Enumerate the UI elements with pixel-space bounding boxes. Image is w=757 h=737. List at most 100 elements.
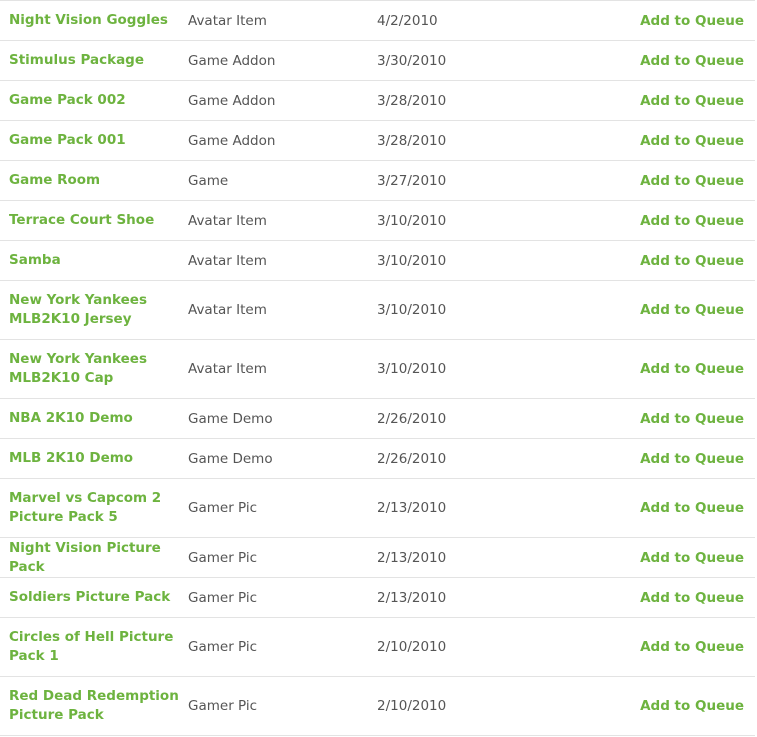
add-to-queue-cell: Add to Queue xyxy=(567,133,755,149)
add-to-queue-cell: Add to Queue xyxy=(567,698,755,714)
item-type: Avatar Item xyxy=(188,361,267,377)
add-to-queue-link[interactable]: Add to Queue xyxy=(640,93,744,109)
item-name-link[interactable]: Game Pack 001 xyxy=(9,131,187,150)
item-name-link[interactable]: Red Dead Redemption Picture Pack xyxy=(9,687,187,725)
table-row: NBA 2K10 Demo Game Demo 2/26/2010 Add to… xyxy=(0,399,755,439)
add-to-queue-link[interactable]: Add to Queue xyxy=(640,698,744,714)
item-name-cell: Game Pack 002 xyxy=(0,91,188,110)
item-name-link[interactable]: Samba xyxy=(9,251,187,270)
item-name-link[interactable]: Circles of Hell Picture Pack 1 xyxy=(9,628,187,666)
item-name-link[interactable]: MLB 2K10 Demo xyxy=(9,449,187,468)
add-to-queue-cell: Add to Queue xyxy=(567,213,755,229)
item-name-cell: Samba xyxy=(0,251,188,270)
item-date: 2/26/2010 xyxy=(377,410,447,427)
item-name-link[interactable]: Soldiers Picture Pack xyxy=(9,588,187,607)
item-date: 3/10/2010 xyxy=(377,361,447,377)
item-date: 3/28/2010 xyxy=(377,92,447,109)
add-to-queue-cell: Add to Queue xyxy=(567,639,755,655)
item-date: 2/10/2010 xyxy=(377,639,447,655)
item-date: 4/2/2010 xyxy=(377,12,438,29)
table-row: Game Pack 002 Game Addon 3/28/2010 Add t… xyxy=(0,81,755,121)
table-row: Night Vision Picture Pack Gamer Pic 2/13… xyxy=(0,538,755,578)
item-date: 3/10/2010 xyxy=(377,302,447,318)
add-to-queue-cell: Add to Queue xyxy=(567,53,755,69)
item-name-link[interactable]: New York Yankees MLB2K10 Jersey xyxy=(9,291,187,329)
item-date: 2/13/2010 xyxy=(377,549,447,566)
add-to-queue-cell: Add to Queue xyxy=(567,550,755,566)
item-name-link[interactable]: Night Vision Picture Pack xyxy=(9,539,187,577)
add-to-queue-link[interactable]: Add to Queue xyxy=(640,13,744,29)
item-name-link[interactable]: New York Yankees MLB2K10 Cap xyxy=(9,350,187,388)
add-to-queue-link[interactable]: Add to Queue xyxy=(640,590,744,606)
table-row: Marvel vs Capcom 2 Picture Pack 5 Gamer … xyxy=(0,479,755,538)
marketplace-items-table: Night Vision Goggles Avatar Item 4/2/201… xyxy=(0,0,755,736)
table-row: Game Room Game 3/27/2010 Add to Queue xyxy=(0,161,755,201)
item-name-link[interactable]: NBA 2K10 Demo xyxy=(9,409,187,428)
item-name-cell: Marvel vs Capcom 2 Picture Pack 5 xyxy=(0,489,188,527)
table-row: Night Vision Goggles Avatar Item 4/2/201… xyxy=(0,1,755,41)
item-name-link[interactable]: Stimulus Package xyxy=(9,51,187,70)
item-type: Gamer Pic xyxy=(188,639,258,655)
add-to-queue-cell: Add to Queue xyxy=(567,451,755,467)
add-to-queue-cell: Add to Queue xyxy=(567,411,755,427)
table-row: New York Yankees MLB2K10 Jersey Avatar I… xyxy=(0,281,755,340)
item-name-cell: NBA 2K10 Demo xyxy=(0,409,188,428)
table-row: Red Dead Redemption Picture Pack Gamer P… xyxy=(0,677,755,736)
table-row: MLB 2K10 Demo Game Demo 2/26/2010 Add to… xyxy=(0,439,755,479)
add-to-queue-link[interactable]: Add to Queue xyxy=(640,253,744,269)
item-name-cell: Soldiers Picture Pack xyxy=(0,588,188,607)
item-date: 2/13/2010 xyxy=(377,500,447,516)
item-type: Gamer Pic xyxy=(188,589,258,606)
add-to-queue-link[interactable]: Add to Queue xyxy=(640,133,744,149)
item-name-cell: Red Dead Redemption Picture Pack xyxy=(0,687,188,725)
table-row: Stimulus Package Game Addon 3/30/2010 Ad… xyxy=(0,41,755,81)
add-to-queue-link[interactable]: Add to Queue xyxy=(640,639,744,655)
add-to-queue-link[interactable]: Add to Queue xyxy=(640,173,744,189)
add-to-queue-cell: Add to Queue xyxy=(567,93,755,109)
item-date: 3/30/2010 xyxy=(377,52,447,69)
table-row: Soldiers Picture Pack Gamer Pic 2/13/201… xyxy=(0,578,755,618)
add-to-queue-link[interactable]: Add to Queue xyxy=(640,302,744,318)
item-name-cell: Game Pack 001 xyxy=(0,131,188,150)
table-row: Terrace Court Shoe Avatar Item 3/10/2010… xyxy=(0,201,755,241)
item-type: Game Addon xyxy=(188,132,276,149)
table-row: Samba Avatar Item 3/10/2010 Add to Queue xyxy=(0,241,755,281)
item-name-link[interactable]: Game Pack 002 xyxy=(9,91,187,110)
item-type: Avatar Item xyxy=(188,212,267,229)
add-to-queue-link[interactable]: Add to Queue xyxy=(640,361,744,377)
item-type: Avatar Item xyxy=(188,12,267,29)
item-date: 2/13/2010 xyxy=(377,589,447,606)
item-name-link[interactable]: Terrace Court Shoe xyxy=(9,211,187,230)
item-date: 3/10/2010 xyxy=(377,252,447,269)
item-type: Gamer Pic xyxy=(188,500,258,516)
add-to-queue-cell: Add to Queue xyxy=(567,253,755,269)
item-name-cell: Terrace Court Shoe xyxy=(0,211,188,230)
item-name-cell: New York Yankees MLB2K10 Jersey xyxy=(0,291,188,329)
item-name-cell: Circles of Hell Picture Pack 1 xyxy=(0,628,188,666)
add-to-queue-cell: Add to Queue xyxy=(567,302,755,318)
add-to-queue-link[interactable]: Add to Queue xyxy=(640,213,744,229)
add-to-queue-link[interactable]: Add to Queue xyxy=(640,500,744,516)
add-to-queue-link[interactable]: Add to Queue xyxy=(640,53,744,69)
add-to-queue-link[interactable]: Add to Queue xyxy=(640,451,744,467)
item-date: 2/26/2010 xyxy=(377,450,447,467)
item-name-link[interactable]: Game Room xyxy=(9,171,187,190)
item-type: Avatar Item xyxy=(188,302,267,318)
item-name-cell: MLB 2K10 Demo xyxy=(0,449,188,468)
add-to-queue-link[interactable]: Add to Queue xyxy=(640,550,744,566)
table-row: Game Pack 001 Game Addon 3/28/2010 Add t… xyxy=(0,121,755,161)
item-name-cell: New York Yankees MLB2K10 Cap xyxy=(0,350,188,388)
item-type: Avatar Item xyxy=(188,252,267,269)
item-type: Gamer Pic xyxy=(188,549,258,566)
add-to-queue-cell: Add to Queue xyxy=(567,173,755,189)
add-to-queue-cell: Add to Queue xyxy=(567,590,755,606)
item-type: Gamer Pic xyxy=(188,698,258,714)
item-name-link[interactable]: Marvel vs Capcom 2 Picture Pack 5 xyxy=(9,489,187,527)
add-to-queue-cell: Add to Queue xyxy=(567,361,755,377)
item-name-link[interactable]: Night Vision Goggles xyxy=(9,11,187,30)
item-date: 3/27/2010 xyxy=(377,172,447,189)
item-name-cell: Night Vision Goggles xyxy=(0,11,188,30)
add-to-queue-link[interactable]: Add to Queue xyxy=(640,411,744,427)
item-name-cell: Night Vision Picture Pack xyxy=(0,539,188,577)
item-name-cell: Stimulus Package xyxy=(0,51,188,70)
